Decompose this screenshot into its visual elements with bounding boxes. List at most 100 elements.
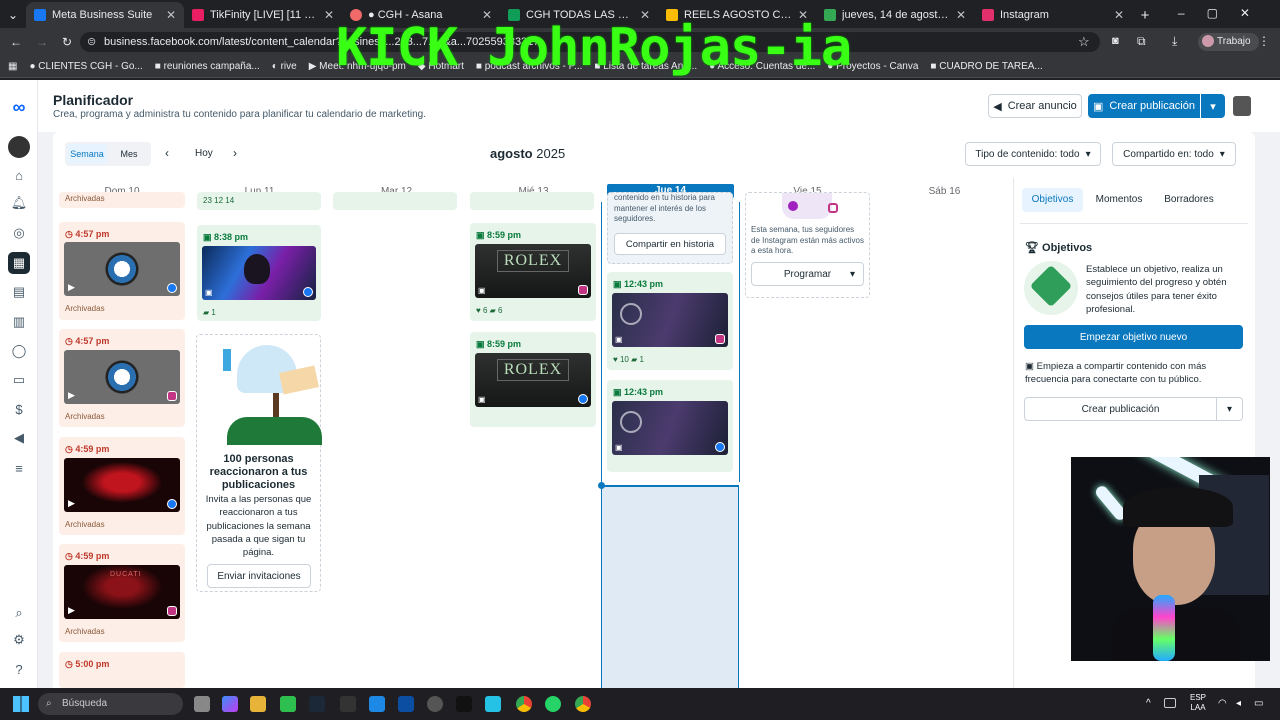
- meta-logo-icon[interactable]: ∞: [8, 96, 30, 118]
- playstation-icon[interactable]: [398, 696, 414, 712]
- start-goal-button[interactable]: Empezar objetivo nuevo: [1024, 325, 1243, 349]
- compass-icon[interactable]: ◎: [8, 222, 30, 244]
- insights-icon[interactable]: ▥: [8, 311, 30, 333]
- prev-week-icon[interactable]: ‹: [165, 146, 169, 160]
- download-icon[interactable]: ⤓: [1172, 34, 1177, 49]
- post-card[interactable]: ◷ 4:59 pm DUCATI ▶ Archivadas: [59, 544, 185, 642]
- obs-icon[interactable]: [427, 696, 443, 712]
- volume-icon[interactable]: ◂: [1236, 698, 1241, 709]
- battery-icon[interactable]: ▭: [1254, 698, 1263, 709]
- post-time: ◷ 5:00 pm: [65, 659, 110, 669]
- app-icon[interactable]: [485, 696, 501, 712]
- new-tab-icon[interactable]: +: [1132, 2, 1158, 28]
- ads-megaphone-icon[interactable]: ◀: [8, 427, 30, 449]
- extensions-icon[interactable]: ⧉: [1137, 34, 1146, 49]
- close-icon[interactable]: ✕: [956, 8, 966, 22]
- wifi-icon[interactable]: ◠: [1218, 698, 1227, 709]
- tab-tikfinity[interactable]: TikFinity [LIVE] [11 Viewers] ✕: [184, 2, 342, 28]
- today-button[interactable]: Hoy: [195, 148, 213, 159]
- post-card[interactable]: ▣ 8:59 pm ROLEX ▣ ♥ 6 ▰ 6: [470, 223, 596, 321]
- bookmark-item[interactable]: ◐ rive: [272, 61, 297, 72]
- settings-gear-icon[interactable]: ⚙: [8, 629, 30, 651]
- create-post-dropdown[interactable]: ▾: [1201, 94, 1225, 118]
- create-post-button[interactable]: ▣ Crear publicación: [1088, 94, 1200, 118]
- reload-icon[interactable]: ↻: [62, 35, 72, 49]
- post-card-partial[interactable]: 23 12 14: [197, 192, 321, 210]
- tab-objectives[interactable]: Objetivos: [1022, 188, 1083, 212]
- close-icon[interactable]: ✕: [166, 8, 176, 22]
- apps-grid-icon[interactable]: ▦: [8, 61, 17, 72]
- site-info-icon[interactable]: ⊜: [87, 32, 96, 52]
- copilot-icon[interactable]: [222, 696, 238, 712]
- post-card[interactable]: ▣ 8:38 pm ▣ ▰ 1: [197, 225, 321, 321]
- menu-kebab-icon[interactable]: ⋮: [1258, 34, 1270, 48]
- contacts-icon[interactable]: ▭: [8, 369, 30, 391]
- more-menu-icon[interactable]: ≡: [8, 457, 30, 479]
- content-icon[interactable]: ▤: [8, 281, 30, 303]
- window-controls[interactable]: –▢✕: [1178, 6, 1272, 20]
- next-week-icon[interactable]: ›: [233, 146, 237, 160]
- schedule-button[interactable]: Programar ▾: [751, 262, 864, 286]
- create-ad-button[interactable]: ◀ Crear anuncio: [988, 94, 1082, 118]
- notifications-icon[interactable]: 🔔︎: [8, 192, 30, 214]
- bookmark-star-icon[interactable]: ☆: [1078, 34, 1090, 50]
- page-avatar[interactable]: [1233, 96, 1251, 116]
- file-explorer-icon[interactable]: [250, 696, 266, 712]
- back-icon[interactable]: ←: [10, 35, 22, 49]
- camera-icon[interactable]: ◙: [1112, 35, 1119, 47]
- post-card[interactable]: ▣ 12:43 pm ▣: [607, 380, 733, 472]
- windows-start-icon[interactable]: [13, 696, 29, 712]
- steam-icon[interactable]: [309, 696, 325, 712]
- tray-chevron-icon[interactable]: ^: [1146, 698, 1151, 709]
- chrome-icon[interactable]: [575, 696, 591, 712]
- post-card-partial[interactable]: [333, 192, 457, 210]
- search-icon[interactable]: ⌕: [8, 602, 30, 624]
- whatsapp-icon[interactable]: [545, 696, 561, 712]
- post-card[interactable]: ◷ 4:57 pm ▶ Archivadas: [59, 329, 185, 427]
- inbox-icon[interactable]: ◯: [8, 340, 30, 362]
- post-card[interactable]: ◷ 4:59 pm ▶ Archivadas: [59, 437, 185, 535]
- post-card[interactable]: ◷ 4:57 pm ▶ Archivadas: [59, 222, 185, 320]
- shared-filter[interactable]: Compartido en: todo ▾: [1112, 142, 1236, 166]
- profile-button[interactable]: Trabajo: [1198, 33, 1259, 51]
- bookmark-item[interactable]: ● CLIENTES CGH - Go...: [29, 61, 142, 72]
- post-card[interactable]: ◷ 5:00 pm: [59, 652, 185, 688]
- taskbar-search[interactable]: ⌕ Búsqueda: [38, 693, 183, 715]
- app-icon[interactable]: [369, 696, 385, 712]
- language-indicator[interactable]: ESP LAA: [1190, 693, 1206, 713]
- post-card[interactable]: ▣ 8:59 pm ROLEX ▣: [470, 332, 596, 427]
- week-view-button[interactable]: Semana: [67, 144, 107, 164]
- tab-instagram[interactable]: Instagram ✕: [974, 2, 1132, 28]
- monetization-icon[interactable]: $: [8, 398, 30, 420]
- calendar-icon[interactable]: ▦: [8, 252, 30, 274]
- bookmark-item[interactable]: ■ reuniones campaña...: [155, 61, 260, 72]
- month-heading: agosto 2025: [490, 146, 565, 161]
- app-icon[interactable]: [280, 696, 296, 712]
- tab-moments[interactable]: Momentos: [1090, 188, 1148, 212]
- post-card[interactable]: ▣ 12:43 pm ▣ ♥ 10 ▰ 1: [607, 272, 733, 370]
- post-card-partial[interactable]: Archivadas: [59, 192, 185, 208]
- tiktok-icon[interactable]: [456, 696, 472, 712]
- close-icon[interactable]: ✕: [324, 8, 334, 22]
- side-create-post-dropdown[interactable]: ▾: [1216, 397, 1243, 421]
- month-view-button[interactable]: Mes: [109, 144, 149, 164]
- tab-meta-business-suite[interactable]: Meta Business Suite ✕: [26, 2, 184, 28]
- tray-icon[interactable]: [1164, 698, 1176, 708]
- language-top: ESP: [1190, 693, 1207, 702]
- post-card-partial[interactable]: [470, 192, 594, 210]
- content-type-filter[interactable]: Tipo de contenido: todo ▾: [965, 142, 1101, 166]
- account-avatar[interactable]: [8, 136, 30, 158]
- send-invitations-button[interactable]: Enviar invitaciones: [207, 564, 311, 588]
- side-create-post-button[interactable]: Crear publicación: [1024, 397, 1217, 421]
- chrome-icon[interactable]: [516, 696, 532, 712]
- home-icon[interactable]: ⌂: [8, 164, 30, 186]
- tab-drafts[interactable]: Borradores: [1158, 188, 1220, 212]
- help-icon[interactable]: ?: [8, 658, 30, 680]
- forward-icon[interactable]: →: [36, 35, 48, 49]
- close-icon[interactable]: ✕: [1114, 8, 1124, 22]
- epic-games-icon[interactable]: [340, 696, 356, 712]
- tab-search-icon[interactable]: ⌄: [0, 2, 26, 28]
- bookmark-item[interactable]: ■ CUADRO DE TAREA...: [930, 61, 1042, 72]
- task-view-icon[interactable]: [194, 696, 210, 712]
- share-story-button[interactable]: Compartir en historia: [614, 233, 726, 255]
